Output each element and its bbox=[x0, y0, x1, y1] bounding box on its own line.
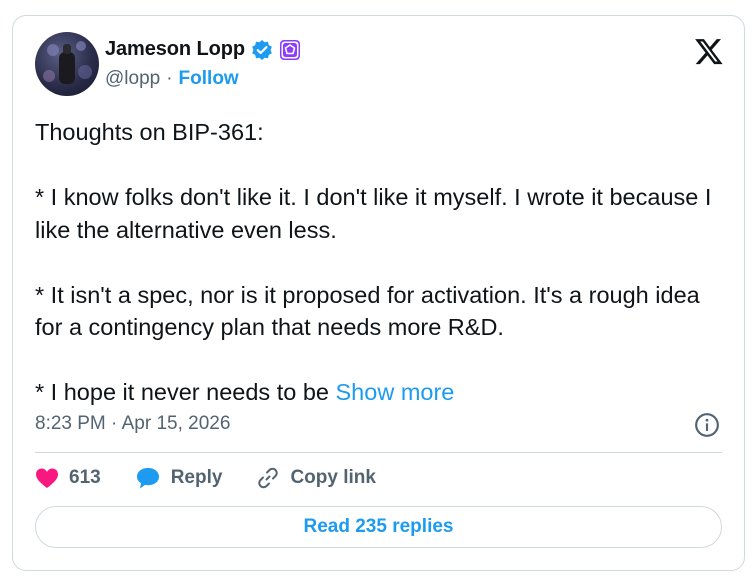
tweet-timestamp[interactable]: 8:23 PM · Apr 15, 2026 bbox=[35, 413, 230, 435]
read-replies-button[interactable]: Read 235 replies bbox=[35, 506, 722, 548]
x-logo-icon[interactable] bbox=[694, 36, 724, 66]
action-bar: 613 Reply Copy link bbox=[35, 466, 410, 490]
like-count: 613 bbox=[69, 467, 101, 488]
heart-icon bbox=[36, 468, 58, 488]
handle-separator: · bbox=[166, 68, 173, 89]
affiliate-badge-icon bbox=[279, 39, 300, 60]
copy-link-button[interactable]: Copy link bbox=[256, 466, 376, 490]
tweet-card: Jameson Lopp @lopp · Follow Thoughts on … bbox=[12, 15, 745, 571]
reply-label: Reply bbox=[170, 467, 223, 488]
reply-bubble-icon bbox=[136, 468, 159, 489]
copy-link-label: Copy link bbox=[290, 467, 376, 488]
author-handle[interactable]: @lopp bbox=[105, 68, 160, 90]
author-handle-row: @lopp · Follow bbox=[105, 68, 239, 90]
divider bbox=[35, 452, 722, 453]
verified-badge-icon bbox=[252, 39, 272, 60]
tweet-body: Thoughts on BIP-361: * I know folks don'… bbox=[35, 119, 712, 405]
avatar-image bbox=[43, 41, 92, 84]
avatar[interactable] bbox=[35, 32, 99, 96]
reply-button[interactable]: Reply bbox=[135, 466, 223, 490]
tweet-text: Thoughts on BIP-361: * I know folks don'… bbox=[35, 116, 725, 409]
show-more-link[interactable]: Show more bbox=[336, 379, 455, 405]
author-name[interactable]: Jameson Lopp bbox=[105, 38, 245, 61]
follow-button[interactable]: Follow bbox=[179, 68, 239, 90]
like-button[interactable]: 613 bbox=[35, 467, 101, 489]
author-name-row: Jameson Lopp bbox=[105, 38, 301, 61]
link-icon bbox=[258, 467, 279, 489]
info-icon[interactable] bbox=[694, 412, 720, 438]
